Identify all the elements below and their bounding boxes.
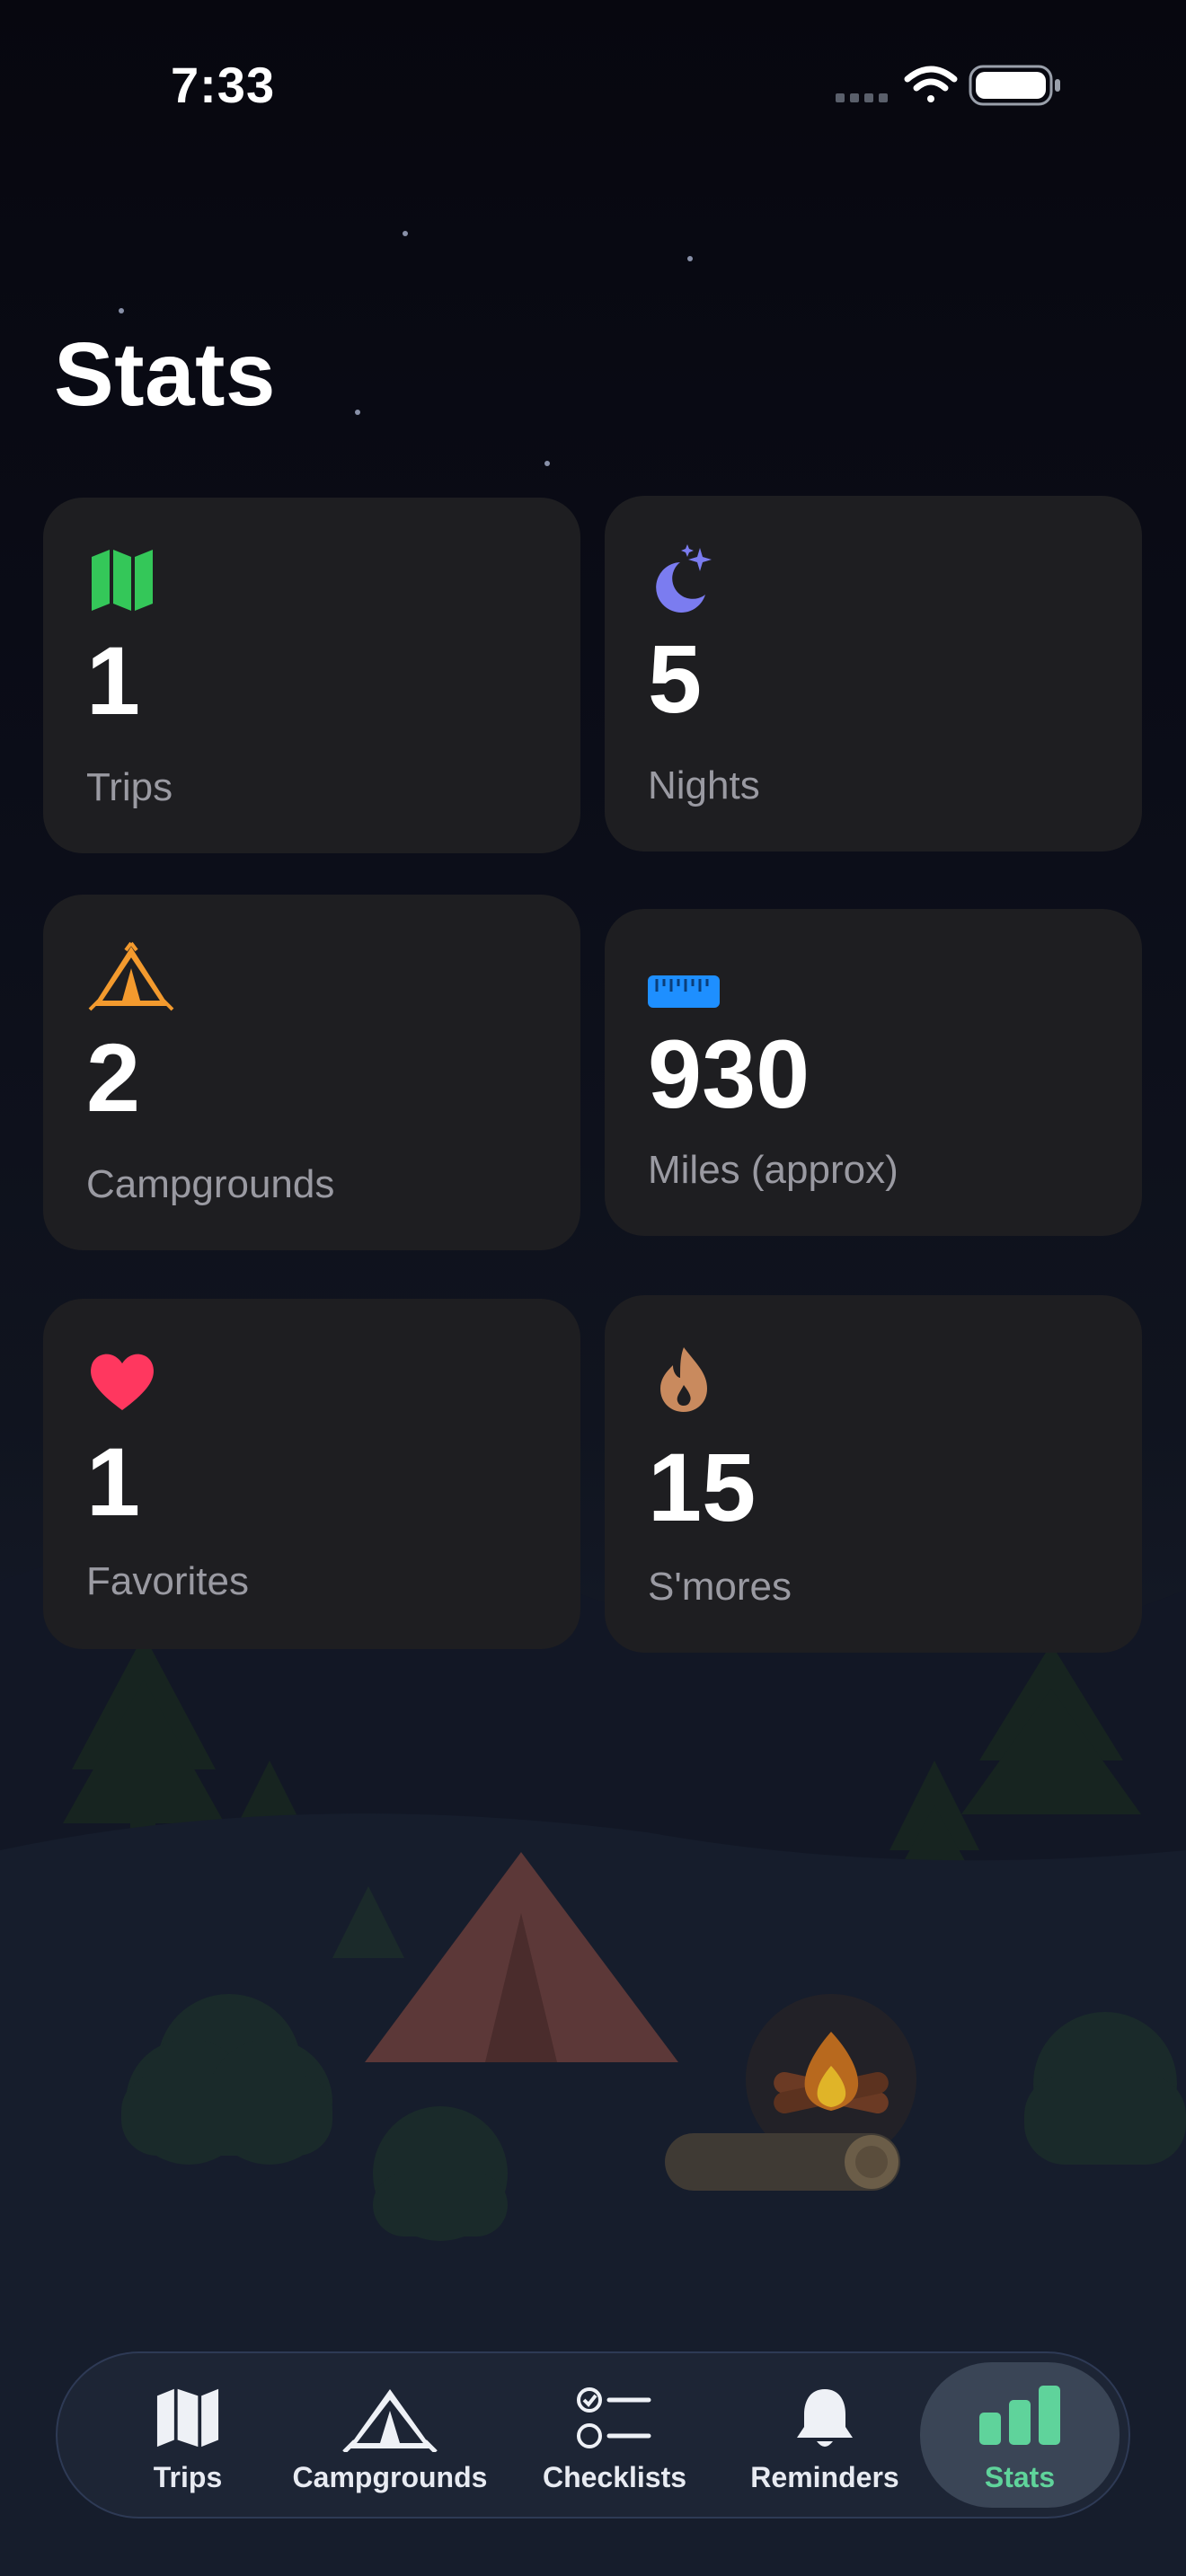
battery-icon	[969, 65, 1060, 106]
stat-label: Trips	[86, 765, 173, 809]
stat-label: Miles (approx)	[648, 1148, 898, 1192]
tab-label: Reminders	[750, 2461, 899, 2493]
heart-icon	[91, 1354, 154, 1410]
tent-icon	[342, 2389, 438, 2452]
stat-label: Campgrounds	[86, 1162, 335, 1206]
bar-chart-icon	[979, 2386, 1060, 2445]
flame-icon	[660, 1347, 707, 1412]
tab-campgrounds[interactable]: Campgrounds	[282, 2353, 498, 2517]
tab-bar: Trips Campgrounds Checklists Reminders S…	[56, 2351, 1130, 2519]
map-icon	[92, 550, 153, 611]
wifi-icon	[904, 66, 958, 102]
bell-icon	[797, 2389, 853, 2447]
tab-label: Campgrounds	[292, 2461, 488, 2493]
tab-reminders[interactable]: Reminders	[735, 2353, 915, 2517]
tab-trips[interactable]: Trips	[120, 2353, 255, 2517]
tab-checklists[interactable]: Checklists	[534, 2353, 695, 2517]
stat-label: S'mores	[648, 1565, 792, 1609]
ruler-icon	[648, 975, 720, 1008]
log-illustration	[665, 2133, 900, 2191]
tab-label: Checklists	[542, 2461, 687, 2493]
signal-icon	[836, 93, 888, 102]
tab-label: Stats	[984, 2461, 1056, 2493]
stat-value: 1	[86, 1427, 141, 1536]
status-icons	[836, 65, 1060, 106]
page-title: Stats	[54, 324, 277, 425]
moon-stars-icon	[656, 544, 712, 613]
stat-card-favorites[interactable]: 1 Favorites	[43, 1299, 580, 1649]
stat-label: Favorites	[86, 1559, 249, 1603]
stat-card-smores[interactable]: 15 S'mores	[605, 1295, 1142, 1653]
stat-card-campgrounds[interactable]: 2 Campgrounds	[43, 895, 580, 1250]
stat-value: 930	[648, 1019, 810, 1128]
stat-value: 1	[86, 626, 141, 735]
checklist-icon	[577, 2387, 651, 2448]
stat-value: 2	[86, 1023, 141, 1132]
stat-card-trips[interactable]: 1 Trips	[43, 498, 580, 853]
stat-value: 5	[648, 624, 703, 733]
tab-label: Trips	[153, 2461, 223, 2493]
stat-value: 15	[648, 1433, 757, 1541]
stat-card-miles[interactable]: 930 Miles (approx)	[605, 909, 1142, 1236]
tab-stats[interactable]: Stats	[920, 2362, 1120, 2508]
tent-icon	[88, 941, 174, 1011]
stat-label: Nights	[648, 763, 760, 807]
map-icon	[156, 2388, 219, 2448]
stat-card-nights[interactable]: 5 Nights	[605, 496, 1142, 851]
status-time: 7:33	[171, 57, 276, 113]
